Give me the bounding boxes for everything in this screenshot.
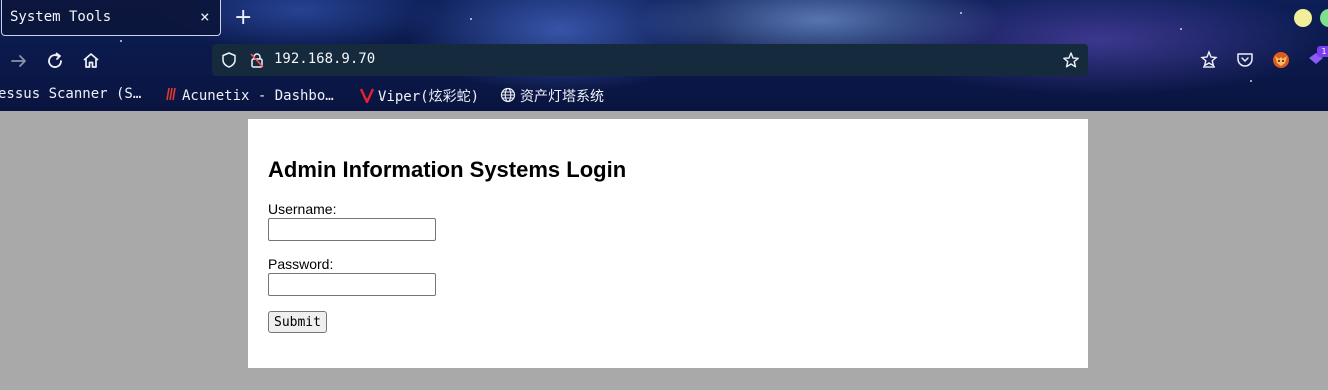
username-label: Username: [268, 201, 337, 217]
home-button[interactable] [80, 50, 102, 72]
extension-badge: 1 [1317, 46, 1328, 57]
maximize-button[interactable] [1320, 9, 1328, 27]
tab-system-tools[interactable]: System Tools × [1, 0, 221, 36]
pocket-icon[interactable] [1235, 50, 1255, 70]
background-star [470, 18, 472, 20]
reload-button[interactable] [44, 50, 66, 72]
viper-icon [359, 87, 375, 107]
insecure-lock-icon[interactable] [248, 51, 266, 73]
bookmark-label: Acunetix - Dashbo… [182, 88, 334, 104]
bookmark-asset-system[interactable]: 资产灯塔系统 [500, 86, 604, 107]
bookmarks-bar: essus Scanner (S… Acunetix - Dashbo… Vip… [0, 84, 1328, 108]
browser-chrome: System Tools × + 192.168.9.70 1 essus Sc… [0, 0, 1328, 111]
pocket-save-icon[interactable] [1199, 50, 1219, 70]
new-tab-button[interactable]: + [234, 5, 252, 30]
acunetix-icon [164, 86, 178, 106]
login-page-content: Admin Information Systems Login Username… [248, 119, 1088, 368]
minimize-button[interactable] [1294, 9, 1312, 27]
bookmark-label: essus Scanner (S… [0, 86, 142, 102]
submit-button[interactable]: Submit [268, 311, 327, 333]
bookmark-acunetix[interactable]: Acunetix - Dashbo… [164, 86, 334, 106]
tab-title: System Tools [10, 9, 112, 25]
reload-icon [48, 52, 62, 68]
page-title: Admin Information Systems Login [268, 157, 627, 182]
shield-icon[interactable] [220, 51, 238, 73]
globe-icon [500, 87, 516, 107]
background-star [960, 12, 962, 14]
address-bar[interactable]: 192.168.9.70 [212, 44, 1088, 76]
browser-window: System Tools × + 192.168.9.70 1 essus Sc… [0, 0, 1328, 390]
arrow-right-icon [11, 55, 26, 67]
password-input[interactable] [268, 273, 436, 296]
bookmark-nessus[interactable]: essus Scanner (S… [0, 86, 141, 102]
password-label: Password: [268, 256, 334, 272]
background-star [1250, 80, 1252, 82]
foxyproxy-icon[interactable] [1271, 50, 1291, 70]
bookmark-label: Viper(炫彩蛇) [378, 89, 480, 105]
star-icon[interactable] [1062, 51, 1080, 73]
bookmark-label: 资产灯塔系统 [520, 89, 604, 105]
url-text[interactable]: 192.168.9.70 [274, 51, 375, 67]
background-star [1180, 28, 1182, 30]
bookmark-viper[interactable]: Viper(炫彩蛇) [359, 86, 480, 107]
home-icon [83, 53, 99, 68]
forward-button[interactable] [8, 50, 30, 72]
username-input[interactable] [268, 218, 436, 241]
background-star [120, 40, 122, 42]
tab-close-button[interactable]: × [200, 7, 210, 26]
